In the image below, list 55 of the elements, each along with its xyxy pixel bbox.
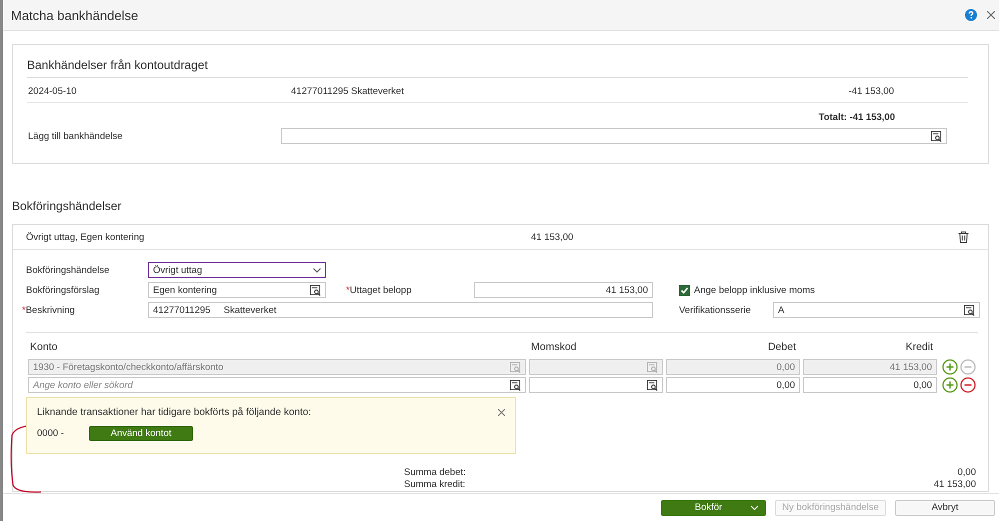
field-label: Bokföringsförslag bbox=[26, 284, 100, 296]
lookup-icon[interactable] bbox=[964, 304, 975, 316]
series-field[interactable]: A bbox=[773, 302, 980, 318]
close-icon[interactable] bbox=[498, 409, 505, 416]
field-label: Lägg till bankhändelse bbox=[28, 130, 124, 142]
date-text: 2024-05-10 bbox=[28, 86, 78, 97]
section-title: Bankhändelser från kontoutdraget bbox=[27, 58, 968, 78]
trash-icon[interactable] bbox=[958, 231, 969, 243]
close-icon[interactable] bbox=[987, 11, 995, 19]
proposal-field[interactable]: Egen kontering bbox=[148, 282, 326, 298]
bank-transaction-field[interactable] bbox=[281, 128, 947, 144]
check-icon bbox=[680, 286, 689, 294]
total-label: Summa debet: bbox=[404, 467, 467, 479]
lookup-icon[interactable] bbox=[647, 380, 658, 390]
notice-text: Liknande transaktioner har tidigare bokförts på följande konto: bbox=[37, 407, 312, 418]
total-label: Summa kredit: bbox=[404, 479, 466, 491]
column-header: Debet bbox=[766, 341, 797, 355]
field-label: Verifikationsserie bbox=[679, 304, 752, 316]
account-field[interactable]: Ange konto eller sökord bbox=[28, 377, 526, 393]
field-label: *Beskrivning bbox=[22, 304, 76, 316]
total-value: 0,00 bbox=[956, 467, 976, 479]
cancel-button[interactable]: Avbryt bbox=[895, 500, 995, 516]
include-vat-checkbox[interactable]: Ange belopp inklusive moms bbox=[679, 284, 980, 296]
account-text: 0000 - bbox=[37, 428, 65, 439]
reference-text: 41277011295 Skatteverket bbox=[291, 86, 405, 97]
caret-icon bbox=[313, 268, 321, 272]
entry-summary: Övrigt uttag, Egen kontering bbox=[26, 232, 146, 242]
use-account-button[interactable]: Använd kontot bbox=[89, 426, 193, 441]
lookup-icon[interactable] bbox=[510, 380, 521, 390]
total-value: 41 153,00 bbox=[932, 479, 976, 491]
column-header: Momskod bbox=[530, 341, 578, 355]
lookup-icon[interactable] bbox=[931, 130, 942, 142]
debit-field[interactable]: 0,00 bbox=[666, 377, 800, 393]
amount-field[interactable]: 41 153,00 bbox=[474, 282, 653, 298]
field-label: *Uttaget belopp bbox=[345, 284, 412, 296]
event-type-dropdown[interactable]: Övrigt uttag bbox=[148, 262, 326, 278]
credit-field[interactable]: 0,00 bbox=[803, 377, 937, 393]
vat-code-field[interactable] bbox=[529, 377, 663, 393]
add-row-icon[interactable] bbox=[942, 377, 958, 393]
remove-row-icon[interactable] bbox=[960, 377, 976, 393]
book-button[interactable]: Bokför bbox=[661, 500, 766, 516]
section-title: Bokföringshändelser bbox=[12, 198, 122, 215]
vat-code-field[interactable] bbox=[529, 359, 663, 375]
help-icon[interactable] bbox=[965, 9, 977, 21]
window-title: Matcha bankhändelse bbox=[11, 8, 138, 22]
field-label: Bokföringshändelse bbox=[26, 264, 110, 276]
column-header: Konto bbox=[29, 341, 58, 355]
add-row-icon[interactable] bbox=[942, 359, 958, 375]
caret-icon[interactable] bbox=[750, 504, 759, 510]
lookup-icon[interactable] bbox=[310, 284, 321, 296]
column-header: Kredit bbox=[904, 341, 934, 355]
entry-amount: 41 153,00 bbox=[531, 232, 574, 242]
total-text: Totalt: -41 153,00 bbox=[818, 112, 895, 123]
amount-text: -41 153,00 bbox=[848, 86, 894, 97]
description-field[interactable]: 41277011295 Skatteverket bbox=[148, 302, 653, 318]
